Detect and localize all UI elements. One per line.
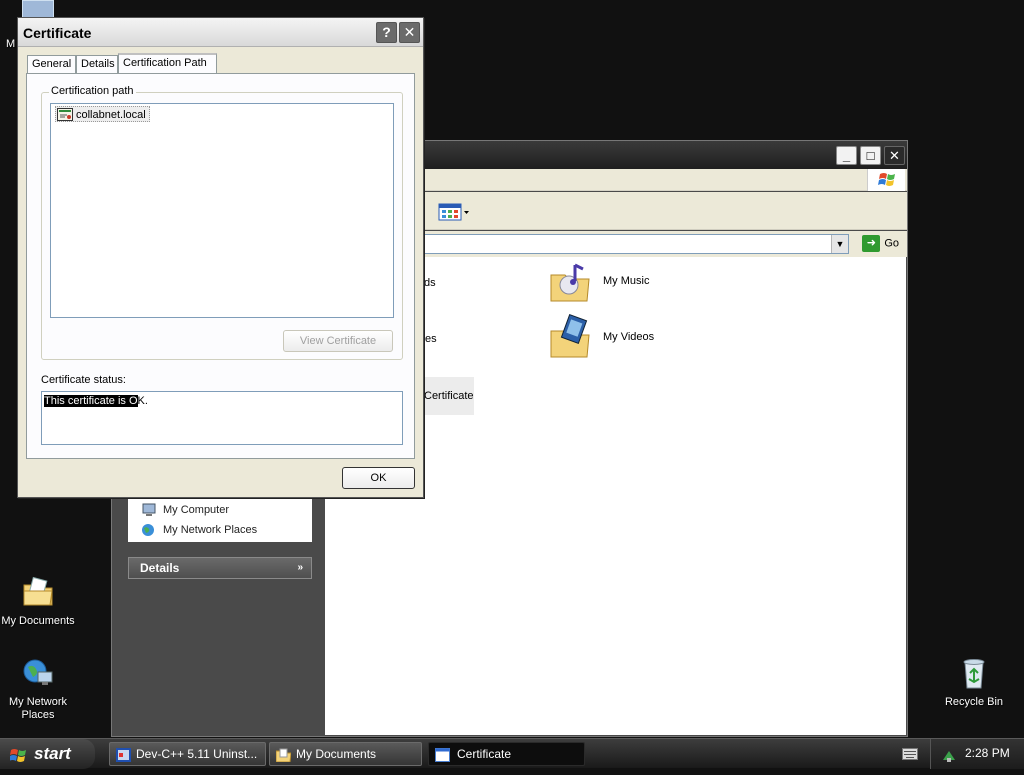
- network-tray-icon[interactable]: [941, 746, 957, 762]
- status-rest-text: K.: [137, 395, 148, 407]
- taskbar-button-label: Dev-C++ 5.11 Uninst...: [136, 747, 258, 761]
- desktop-icon-label: My Documents: [1, 615, 75, 627]
- computer-icon: [141, 503, 157, 517]
- address-input[interactable]: ▼: [402, 234, 849, 254]
- task-my-computer[interactable]: My Computer: [128, 500, 312, 520]
- task-label: My Network Places: [163, 524, 258, 536]
- certificate-dialog: Certificate ? ✕ General Details Certific…: [17, 17, 424, 498]
- maximize-button[interactable]: □: [860, 146, 881, 165]
- details-header-label: Details: [140, 561, 180, 575]
- folder-label: My Music: [603, 275, 650, 287]
- ok-button[interactable]: OK: [342, 467, 415, 489]
- partial-item-label: es: [425, 333, 437, 345]
- partial-item-2[interactable]: es: [425, 333, 437, 345]
- taskbar-button-my-documents[interactable]: My Documents: [269, 742, 422, 766]
- group-label: Certification path: [49, 85, 136, 97]
- start-label: start: [34, 744, 71, 763]
- folder-my-music[interactable]: My Music: [547, 257, 649, 305]
- clock[interactable]: 2:28 PM: [965, 739, 1010, 768]
- go-label: Go: [884, 237, 899, 250]
- tab-certification-path[interactable]: Certification Path: [118, 53, 217, 74]
- taskbar-button-certificate[interactable]: Certificate: [428, 742, 585, 766]
- recycle-bin-icon: [957, 656, 991, 690]
- taskbar-button-label: Certificate: [457, 747, 512, 761]
- taskbar-button-label: My Documents: [296, 747, 377, 761]
- tree-item-certificate[interactable]: collabnet.local: [55, 106, 150, 122]
- documents-folder-icon: [21, 575, 55, 609]
- certification-path-panel: Certification path collabnet.local View …: [26, 73, 415, 459]
- task-label: My Computer: [163, 504, 230, 516]
- status-selected-text: This certificate is O: [44, 395, 138, 407]
- keyboard-tray-icon[interactable]: [902, 748, 918, 760]
- go-arrow-icon: ➜: [862, 235, 881, 252]
- windows-flag-icon: [9, 745, 28, 763]
- help-button[interactable]: ?: [376, 22, 397, 43]
- partial-item-label: Certificate: [424, 390, 474, 402]
- partial-item-3[interactable]: Certificate: [424, 377, 474, 415]
- other-places-box: My Computer My Network Places: [128, 498, 312, 542]
- minimize-button[interactable]: _: [836, 146, 857, 165]
- taskbar-button-devcpp[interactable]: Dev-C++ 5.11 Uninst...: [109, 742, 266, 766]
- folder-label: My Videos: [603, 331, 655, 343]
- task-my-network-places[interactable]: My Network Places: [128, 520, 312, 540]
- chevron-down-icon: »: [297, 562, 303, 573]
- views-icon: [438, 203, 469, 221]
- close-button[interactable]: ✕: [399, 22, 420, 43]
- music-folder-icon: [547, 257, 595, 305]
- certification-path-group: Certification path collabnet.local View …: [41, 85, 403, 360]
- desktop-icon-partial-label: M: [6, 38, 16, 50]
- video-folder-icon: [547, 313, 595, 361]
- desktop-icon-label: Recycle Bin: [944, 696, 1004, 708]
- address-dropdown-button[interactable]: ▼: [831, 235, 848, 253]
- window-icon: [435, 747, 450, 762]
- network-globe-icon: [141, 523, 157, 537]
- desktop-icon-my-network-places[interactable]: My Network Places: [0, 656, 76, 722]
- views-button[interactable]: [438, 201, 472, 223]
- go-button[interactable]: ➜ Go: [862, 235, 899, 252]
- folder-my-videos[interactable]: My Videos: [547, 313, 654, 361]
- desktop-icon-my-documents[interactable]: My Documents: [0, 575, 76, 628]
- tab-details[interactable]: Details: [76, 55, 118, 73]
- certificate-status-box[interactable]: This certificate is OK.: [41, 391, 403, 445]
- partial-item-label: ds: [424, 277, 436, 289]
- devcpp-app-icon: [116, 747, 131, 762]
- dialog-title: Certificate: [23, 25, 92, 41]
- windows-logo-icon: [867, 169, 905, 191]
- folder-icon: [275, 747, 292, 763]
- tab-general[interactable]: General: [27, 55, 76, 73]
- close-button[interactable]: ✕: [884, 146, 905, 165]
- tree-item-label: collabnet.local: [76, 109, 146, 121]
- taskbar: start Dev-C++ 5.11 Uninst... My Document…: [0, 738, 1024, 769]
- desktop-icon-label: My Network Places: [8, 696, 68, 721]
- system-tray: 2:28 PM: [930, 739, 1024, 769]
- details-section-header[interactable]: Details »: [128, 557, 312, 579]
- dialog-titlebar[interactable]: Certificate ? ✕: [18, 18, 423, 47]
- network-globe-icon: [21, 656, 55, 690]
- desktop-icon-recycle-bin[interactable]: Recycle Bin: [936, 656, 1012, 709]
- certification-path-tree[interactable]: collabnet.local: [50, 103, 394, 318]
- certificate-icon: [57, 108, 73, 121]
- start-button[interactable]: start: [0, 739, 95, 769]
- view-certificate-button[interactable]: View Certificate: [283, 330, 393, 352]
- partial-item-1[interactable]: ds: [424, 277, 436, 289]
- certificate-status-label: Certificate status:: [41, 374, 126, 386]
